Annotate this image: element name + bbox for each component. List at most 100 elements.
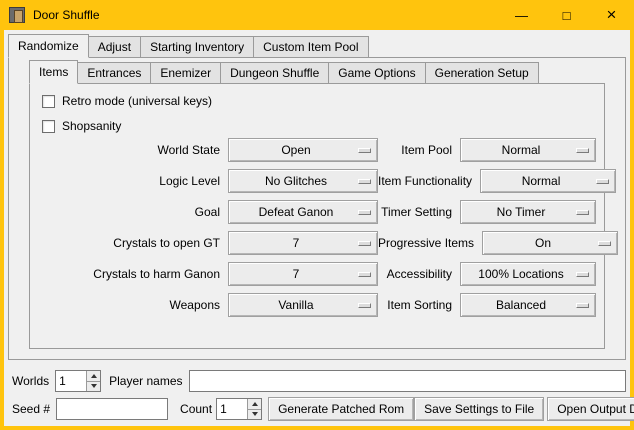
titlebar[interactable]: Door Shuffle — □ ×: [0, 0, 634, 30]
dropdown-indicator-icon: [358, 210, 371, 215]
save-settings-button[interactable]: Save Settings to File: [414, 397, 544, 421]
crystals-harm-ganon-value: 7: [293, 267, 314, 281]
dropdown-indicator-icon: [358, 179, 371, 184]
progressive-items-dropdown[interactable]: On: [482, 231, 618, 255]
close-button[interactable]: ×: [589, 0, 634, 30]
item-functionality-value: Normal: [522, 174, 575, 188]
weapons-label: Weapons: [30, 298, 228, 312]
count-input[interactable]: [217, 399, 247, 419]
timer-setting-label: Timer Setting: [378, 205, 460, 219]
door-shuffle-window: Door Shuffle — □ × Randomize Adjust Star…: [0, 0, 634, 430]
progressive-items-value: On: [535, 236, 565, 250]
spinner-arrows: [247, 399, 261, 419]
tab-custom-item-pool[interactable]: Custom Item Pool: [253, 36, 368, 58]
crystals-open-gt-dropdown[interactable]: 7: [228, 231, 378, 255]
world-state-dropdown[interactable]: Open: [228, 138, 378, 162]
option-row: Crystals to open GT 7 Progressive Items …: [30, 227, 604, 258]
item-sorting-dropdown[interactable]: Balanced: [460, 293, 596, 317]
spin-up-icon[interactable]: [248, 399, 261, 410]
tab-randomize[interactable]: Randomize: [8, 34, 89, 58]
window-body: Randomize Adjust Starting Inventory Cust…: [4, 30, 630, 426]
timer-setting-dropdown[interactable]: No Timer: [460, 200, 596, 224]
tab-items[interactable]: Items: [29, 60, 78, 84]
app-icon[interactable]: [9, 7, 25, 23]
item-functionality-dropdown[interactable]: Normal: [480, 169, 616, 193]
item-sorting-value: Balanced: [496, 298, 560, 312]
option-row: Logic Level No Glitches Item Functionali…: [30, 165, 604, 196]
outer-tab-row: Randomize Adjust Starting Inventory Cust…: [8, 34, 369, 58]
option-row: Crystals to harm Ganon 7 Accessibility 1…: [30, 258, 604, 289]
accessibility-dropdown[interactable]: 100% Locations: [460, 262, 596, 286]
world-state-value: Open: [281, 143, 324, 157]
count-label: Count: [180, 402, 212, 416]
worlds-input[interactable]: [56, 371, 86, 391]
option-row: World State Open Item Pool Normal: [30, 134, 604, 165]
item-pool-dropdown[interactable]: Normal: [460, 138, 596, 162]
open-output-directory-button[interactable]: Open Output Directory: [547, 397, 634, 421]
dropdown-indicator-icon: [576, 210, 589, 215]
randomize-pane: Items Entrances Enemizer Dungeon Shuffle…: [8, 57, 626, 360]
goal-value: Defeat Ganon: [259, 205, 348, 219]
shopsanity-checkbox[interactable]: [42, 120, 55, 133]
tab-adjust[interactable]: Adjust: [88, 36, 141, 58]
seed-label: Seed #: [12, 402, 50, 416]
item-sorting-label: Item Sorting: [378, 298, 460, 312]
item-functionality-label: Item Functionality: [378, 174, 480, 188]
seed-input[interactable]: [56, 398, 168, 420]
worlds-row: Worlds Player names: [8, 370, 626, 392]
option-rows: World State Open Item Pool Normal Logic …: [30, 134, 604, 320]
maximize-button[interactable]: □: [544, 0, 589, 30]
dropdown-indicator-icon: [576, 303, 589, 308]
spin-down-icon[interactable]: [87, 382, 100, 392]
crystals-open-gt-value: 7: [293, 236, 314, 250]
accessibility-value: 100% Locations: [478, 267, 577, 281]
seed-row: Seed # Count Generate Patched Rom Save S…: [8, 397, 626, 421]
player-names-label: Player names: [109, 374, 182, 388]
progressive-items-label: Progressive Items: [378, 236, 482, 250]
spin-up-icon[interactable]: [87, 371, 100, 382]
item-pool-value: Normal: [502, 143, 555, 157]
retro-mode-label: Retro mode (universal keys): [62, 94, 212, 108]
crystals-open-gt-label: Crystals to open GT: [30, 236, 228, 250]
goal-dropdown[interactable]: Defeat Ganon: [228, 200, 378, 224]
player-names-input[interactable]: [189, 370, 627, 392]
window-controls: — □ ×: [499, 0, 634, 30]
dropdown-indicator-icon: [596, 179, 609, 184]
tab-dungeon-shuffle[interactable]: Dungeon Shuffle: [220, 62, 329, 84]
crystals-harm-ganon-dropdown[interactable]: 7: [228, 262, 378, 286]
tab-game-options[interactable]: Game Options: [328, 62, 425, 84]
tab-entrances[interactable]: Entrances: [77, 62, 151, 84]
timer-setting-value: No Timer: [497, 205, 560, 219]
generate-patched-rom-button[interactable]: Generate Patched Rom: [268, 397, 414, 421]
logic-level-label: Logic Level: [30, 174, 228, 188]
tab-starting-inventory[interactable]: Starting Inventory: [140, 36, 254, 58]
logic-level-dropdown[interactable]: No Glitches: [228, 169, 378, 193]
spinner-arrows: [86, 371, 100, 391]
dropdown-indicator-icon: [358, 303, 371, 308]
items-pane: Retro mode (universal keys) Shopsanity W…: [29, 83, 605, 349]
weapons-dropdown[interactable]: Vanilla: [228, 293, 378, 317]
world-state-label: World State: [30, 143, 228, 157]
worlds-label: Worlds: [12, 374, 49, 388]
minimize-button[interactable]: —: [499, 0, 544, 30]
inner-tab-row: Items Entrances Enemizer Dungeon Shuffle…: [29, 60, 539, 84]
option-row: Weapons Vanilla Item Sorting Balanced: [30, 289, 604, 320]
dropdown-indicator-icon: [576, 148, 589, 153]
shopsanity-label: Shopsanity: [62, 119, 121, 133]
logic-level-value: No Glitches: [265, 174, 341, 188]
retro-mode-checkbox[interactable]: [42, 95, 55, 108]
accessibility-label: Accessibility: [378, 267, 460, 281]
retro-mode-row: Retro mode (universal keys): [42, 92, 212, 110]
goal-label: Goal: [30, 205, 228, 219]
count-spinner[interactable]: [216, 398, 262, 420]
dropdown-indicator-icon: [358, 148, 371, 153]
dropdown-indicator-icon: [576, 272, 589, 277]
tab-enemizer[interactable]: Enemizer: [150, 62, 221, 84]
option-row: Goal Defeat Ganon Timer Setting No Timer: [30, 196, 604, 227]
item-pool-label: Item Pool: [378, 143, 460, 157]
crystals-harm-ganon-label: Crystals to harm Ganon: [30, 267, 228, 281]
weapons-value: Vanilla: [278, 298, 327, 312]
spin-down-icon[interactable]: [248, 410, 261, 420]
worlds-spinner[interactable]: [55, 370, 101, 392]
tab-generation-setup[interactable]: Generation Setup: [425, 62, 539, 84]
